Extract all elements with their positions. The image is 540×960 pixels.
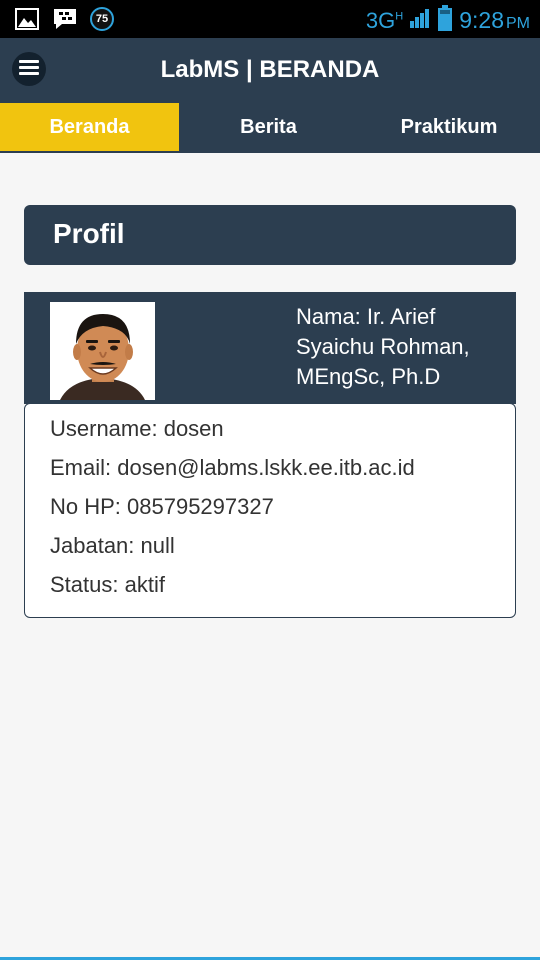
network-label: 3G (365, 7, 396, 33)
notification-count-badge: 75 (90, 7, 114, 31)
page-title: LabMS | BERANDA (160, 56, 380, 83)
profile-name: Nama: Ir. Arief Syaichu Rohman, MEngSc, … (296, 304, 470, 389)
tab-bar: Beranda Berita Praktikum (0, 103, 540, 153)
profil-header: Profil (24, 205, 516, 265)
tab-praktikum[interactable]: Praktikum (358, 103, 540, 151)
tab-berita[interactable]: Berita (179, 103, 358, 151)
clock: 9:28 PM (459, 7, 530, 34)
network-type: 3GH (366, 8, 403, 34)
profile-card-header: Nama: Ir. Arief Syaichu Rohman, MEngSc, … (24, 292, 516, 404)
detail-jabatan: Jabatan: null (50, 533, 175, 558)
bbm-icon (52, 6, 78, 32)
detail-phone: No HP: 085795297327 (50, 494, 274, 519)
image-icon (14, 6, 40, 32)
app-bar: LabMS | BERANDA (0, 38, 540, 103)
signal-icon (409, 7, 431, 34)
profile-photo (50, 302, 155, 400)
clock-ampm: PM (506, 15, 530, 32)
profile-details: Username: dosen Email: dosen@labms.lskk.… (24, 403, 516, 618)
network-sub-label: H (395, 10, 404, 23)
clock-time: 9:28 (459, 7, 504, 33)
detail-email: Email: dosen@labms.lskk.ee.itb.ac.id (50, 455, 415, 480)
tab-beranda[interactable]: Beranda (0, 103, 179, 151)
detail-status: Status: aktif (50, 572, 165, 597)
status-bar-notifications: 75 (14, 6, 114, 32)
profil-title: Profil (53, 218, 125, 249)
status-bar: 75 3GH 9:28 PM (0, 0, 540, 38)
status-bar-system: 3GH 9:28 PM (366, 4, 530, 37)
battery-icon (437, 4, 453, 37)
detail-username: Username: dosen (50, 416, 224, 441)
